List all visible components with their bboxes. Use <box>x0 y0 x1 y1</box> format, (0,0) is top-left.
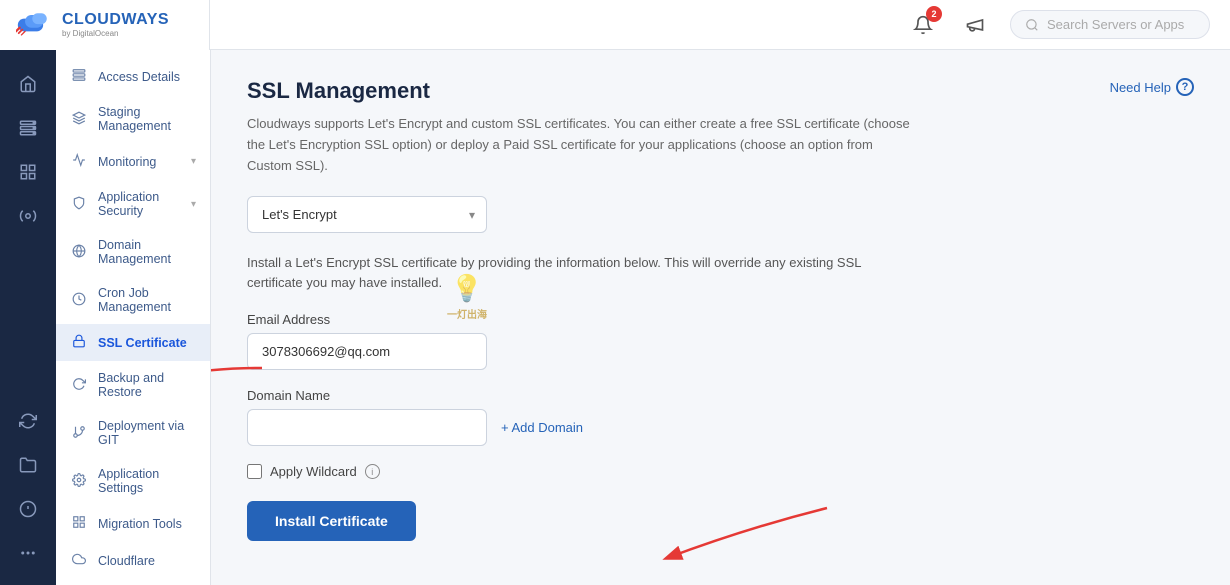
sidebar-label-monitoring: Monitoring <box>98 155 156 169</box>
sidebar-item-deployment-git[interactable]: Deployment via GIT <box>56 409 210 457</box>
wildcard-row: Apply Wildcard i <box>247 464 1194 479</box>
nav-home[interactable] <box>8 64 48 104</box>
sidebar-label-domain: Domain Management <box>98 238 196 266</box>
nav-bottom <box>8 401 48 573</box>
sidebar-label-app-security: Application Security <box>98 190 181 218</box>
brand-sub: by DigitalOcean <box>62 29 169 38</box>
page-title: SSL Management <box>247 78 430 104</box>
wildcard-label: Apply Wildcard <box>270 464 357 479</box>
sidebar-item-application-security[interactable]: Application Security ▾ <box>56 180 210 228</box>
page-header: SSL Management Need Help ? <box>247 78 1194 104</box>
domain-label: Domain Name <box>247 388 1194 403</box>
app-settings-icon <box>70 473 88 490</box>
cloudflare-icon <box>70 552 88 569</box>
app-security-arrow: ▾ <box>191 199 196 210</box>
topbar-right: 2 Search Servers or Apps <box>210 8 1230 42</box>
sidebar-item-cron-job[interactable]: Cron Job Management <box>56 276 210 324</box>
sidebar-item-domain-management[interactable]: Domain Management <box>56 228 210 276</box>
email-input[interactable] <box>247 333 487 370</box>
ssl-install-info: Install a Let's Encrypt SSL certificate … <box>247 253 917 292</box>
nav-servers[interactable] <box>8 108 48 148</box>
nav-billing[interactable] <box>8 489 48 529</box>
search-bar[interactable]: Search Servers or Apps <box>1010 10 1210 39</box>
sidebar-label-ssl: SSL Certificate <box>98 336 187 350</box>
domain-icon <box>70 244 88 261</box>
announcements-button[interactable] <box>958 8 992 42</box>
nav-more[interactable] <box>8 533 48 573</box>
sidebar-item-migration-tools[interactable]: Migration Tools <box>56 505 210 542</box>
sidebar-label-cron: Cron Job Management <box>98 286 196 314</box>
need-help-label: Need Help <box>1110 80 1171 95</box>
backup-icon <box>70 377 88 394</box>
content-area: SSL Management Need Help ? Cloudways sup… <box>247 78 1194 541</box>
ssl-type-select[interactable]: Let's Encrypt Custom SSL <box>247 196 487 233</box>
sidebar-label-cloudflare: Cloudflare <box>98 554 155 568</box>
search-placeholder: Search Servers or Apps <box>1047 17 1184 32</box>
main-content: SSL Management Need Help ? Cloudways sup… <box>211 50 1230 585</box>
access-details-icon <box>70 68 88 85</box>
sidebar-label-staging: Staging Management <box>98 105 196 133</box>
nav-refresh[interactable] <box>8 401 48 441</box>
sidebar: Access Details Staging Management Monito… <box>56 50 211 585</box>
need-help-button[interactable]: Need Help ? <box>1110 78 1194 96</box>
wildcard-info-icon[interactable]: i <box>365 464 380 479</box>
sidebar-label-git: Deployment via GIT <box>98 419 196 447</box>
domain-row: + Add Domain <box>247 409 1194 446</box>
sidebar-item-cloudflare[interactable]: Cloudflare <box>56 542 210 579</box>
nav-apps[interactable] <box>8 152 48 192</box>
domain-input[interactable] <box>247 409 487 446</box>
help-circle-icon: ? <box>1176 78 1194 96</box>
sidebar-item-monitoring[interactable]: Monitoring ▾ <box>56 143 210 180</box>
cloudways-logo-icon <box>16 11 54 39</box>
logo-area: CLOUDWAYS by DigitalOcean <box>0 0 210 50</box>
monitoring-arrow: ▾ <box>191 156 196 167</box>
sidebar-item-access-details[interactable]: Access Details <box>56 58 210 95</box>
monitoring-icon <box>70 153 88 170</box>
migration-icon <box>70 515 88 532</box>
app-security-icon <box>70 196 88 213</box>
topbar: CLOUDWAYS by DigitalOcean 2 Search Serve… <box>0 0 1230 50</box>
email-label: Email Address <box>247 312 1194 327</box>
ssl-icon <box>70 334 88 351</box>
install-certificate-button[interactable]: Install Certificate <box>247 501 416 541</box>
sidebar-label-access-details: Access Details <box>98 70 180 84</box>
email-form-group: Email Address <box>247 312 1194 370</box>
brand-name: CLOUDWAYS <box>62 11 169 29</box>
sidebar-item-ssl-certificate[interactable]: SSL Certificate <box>56 324 210 361</box>
domain-form-group: Domain Name + Add Domain <box>247 388 1194 446</box>
wildcard-checkbox[interactable] <box>247 464 262 479</box>
sidebar-item-backup-restore[interactable]: Backup and Restore <box>56 361 210 409</box>
sidebar-label-app-settings: Application Settings <box>98 467 196 495</box>
sidebar-item-staging-management[interactable]: Staging Management <box>56 95 210 143</box>
staging-icon <box>70 111 88 128</box>
notification-badge: 2 <box>926 6 942 22</box>
logo-text: CLOUDWAYS by DigitalOcean <box>62 11 169 38</box>
add-domain-label: + Add Domain <box>501 420 583 435</box>
sidebar-label-backup: Backup and Restore <box>98 371 196 399</box>
megaphone-icon <box>965 15 985 35</box>
git-icon <box>70 425 88 442</box>
sidebar-item-app-settings[interactable]: Application Settings <box>56 457 210 505</box>
nav-folder[interactable] <box>8 445 48 485</box>
page-description: Cloudways supports Let's Encrypt and cus… <box>247 114 917 176</box>
notifications-button[interactable]: 2 <box>906 8 940 42</box>
add-domain-button[interactable]: + Add Domain <box>501 420 583 435</box>
arrow-to-install <box>627 498 827 578</box>
ssl-type-select-wrapper: Let's Encrypt Custom SSL ▾ <box>247 196 487 233</box>
nav-monitor[interactable] <box>8 196 48 236</box>
sidebar-label-migration: Migration Tools <box>98 517 182 531</box>
cron-icon <box>70 292 88 309</box>
icon-nav <box>0 50 56 585</box>
search-icon <box>1025 18 1039 32</box>
